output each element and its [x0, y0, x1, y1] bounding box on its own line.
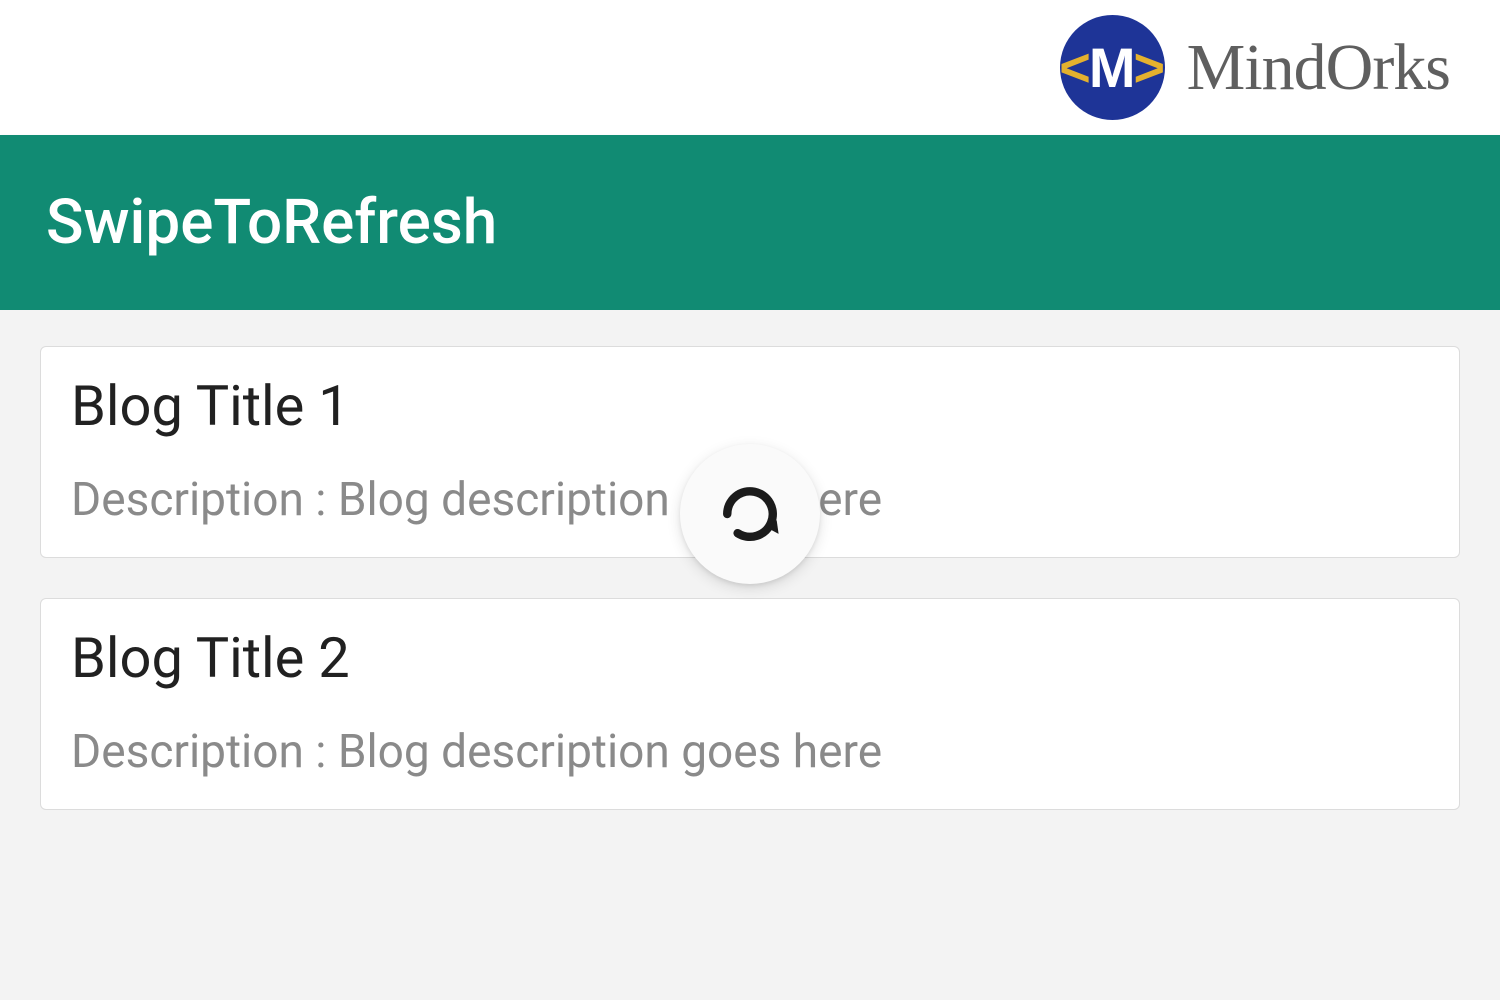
swipe-refresh-container[interactable]: Blog Title 1 Description : Blog descript… — [0, 310, 1500, 1000]
blog-item-description: Description : Blog description goes here — [71, 725, 1429, 779]
angle-left-icon: < — [1059, 41, 1091, 95]
list-item[interactable]: Blog Title 2 Description : Blog descript… — [40, 598, 1460, 810]
app-bar-title: SwipeToRefresh — [46, 186, 497, 259]
brand-logo-letter: M — [1089, 40, 1136, 96]
blog-item-title: Blog Title 2 — [71, 625, 1429, 691]
refresh-icon — [711, 475, 789, 553]
brand-logo: < M > — [1060, 15, 1165, 120]
app-bar: SwipeToRefresh — [0, 135, 1500, 310]
brand-name: MindOrks — [1187, 30, 1450, 106]
refresh-indicator — [680, 444, 820, 584]
angle-right-icon: > — [1133, 41, 1165, 95]
blog-item-title: Blog Title 1 — [71, 373, 1429, 439]
branding-header: < M > MindOrks — [0, 0, 1500, 135]
